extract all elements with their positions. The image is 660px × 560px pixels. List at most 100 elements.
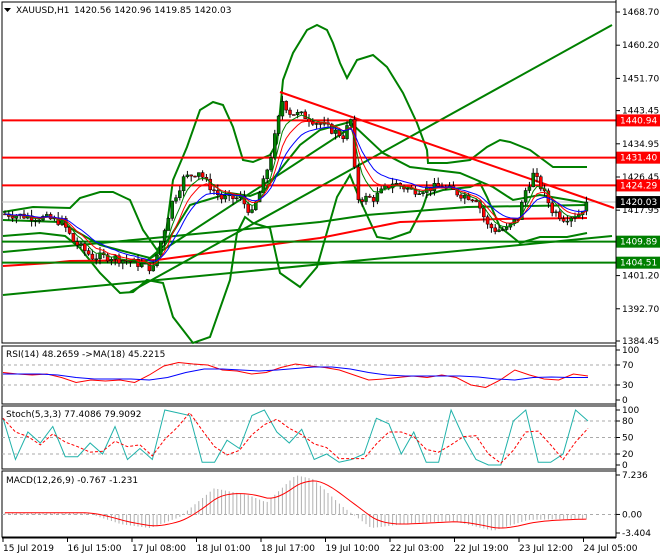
candle [292, 114, 296, 116]
stoch-level-label: 0 [622, 461, 628, 471]
candle [558, 211, 562, 219]
candle [299, 111, 304, 114]
candle [75, 241, 79, 246]
price-tick-label: 1460.20 [622, 41, 659, 51]
time-label: 16 Jul 15:00 [68, 544, 122, 554]
candle [250, 209, 254, 213]
candle [527, 186, 532, 191]
level-label: 1431.40 [620, 154, 657, 164]
candle [531, 172, 535, 188]
candle [197, 172, 201, 177]
candle [37, 219, 41, 222]
rsi-level-label: 30 [622, 381, 634, 391]
macd-level-label: -3.404 [622, 529, 651, 539]
candle [212, 189, 216, 192]
candle [170, 200, 174, 219]
candle [573, 216, 577, 219]
rsi-level-label: 70 [622, 361, 634, 371]
candle [565, 220, 570, 223]
candle [94, 258, 98, 261]
candle [90, 253, 95, 260]
rsi-title: RSI(14) 48.2659 ->MA(18) 45.2215 [6, 350, 165, 360]
candle [162, 230, 167, 242]
candle [371, 197, 376, 202]
candle [482, 207, 486, 218]
ohlc-label: 1420.56 1420.96 1419.85 1420.03 [74, 6, 231, 16]
chart-canvas[interactable]: 1468.701460.201451.701443.451434.951426.… [0, 0, 660, 560]
candle [246, 203, 250, 213]
candle [341, 135, 345, 139]
price-tick-label: 1468.70 [622, 8, 659, 18]
candle [109, 259, 114, 262]
macd-level-label: 7.236 [622, 471, 648, 481]
candle [421, 192, 425, 194]
chart-window: 1468.70 1460.20 1451.70 1443.45 1434.95 1426.… [0, 0, 660, 560]
candle [178, 190, 182, 198]
candle [185, 174, 190, 177]
macd-title: MACD(12,26,9) -0.767 -1.231 [6, 476, 138, 486]
rsi-level-label: 100 [622, 346, 639, 356]
stoch-title: Stoch(5,3,3) 77.4086 79.9092 [6, 410, 141, 420]
candle [436, 183, 440, 187]
current-price-label: 1420.03 [620, 198, 657, 208]
candle [71, 233, 76, 242]
candle [174, 197, 178, 202]
panel-main [1, 1, 617, 344]
time-label: 19 Jul 10:00 [326, 544, 380, 554]
price-tick-label: 1392.70 [622, 305, 659, 315]
candle [459, 194, 463, 199]
level-label: 1404.51 [620, 259, 657, 269]
candle [406, 188, 410, 190]
price-tick-label: 1451.70 [622, 74, 659, 84]
candle [33, 220, 38, 222]
candle [463, 194, 467, 199]
candle [295, 111, 300, 116]
candle [569, 217, 573, 222]
candle [333, 129, 338, 134]
candle [83, 243, 87, 251]
candle [151, 265, 155, 272]
candle [383, 185, 387, 190]
candle [474, 200, 478, 202]
candle [67, 227, 72, 234]
time-label: 15 Jul 2019 [3, 544, 54, 554]
candle [550, 202, 554, 214]
candle [303, 111, 307, 119]
candle [265, 169, 269, 179]
candle [121, 260, 125, 264]
candle [181, 176, 186, 192]
candle [193, 175, 197, 178]
candle [318, 123, 323, 125]
candle [235, 197, 239, 200]
candle [375, 192, 380, 202]
candle [535, 172, 539, 177]
candle [189, 174, 193, 177]
level-label: 1409.89 [620, 238, 657, 248]
candle [200, 172, 205, 178]
time-label: 22 Jul 03:00 [390, 544, 444, 554]
candle [561, 218, 566, 222]
candle [501, 229, 505, 231]
time-label: 18 Jul 17:00 [261, 544, 315, 554]
candle [288, 109, 292, 115]
time-label: 22 Jul 19:00 [455, 544, 509, 554]
candle [349, 119, 353, 126]
stoch-level-label: 20 [622, 450, 634, 460]
time-label: 24 Jul 05:00 [584, 544, 638, 554]
time-label: 18 Jul 01:00 [197, 544, 251, 554]
rsi-level-label: 0 [622, 396, 628, 406]
candle [470, 199, 475, 202]
candle [128, 260, 133, 263]
time-label: 17 Jul 08:00 [132, 544, 186, 554]
candle [489, 223, 494, 229]
candle [223, 195, 228, 200]
candle [273, 133, 277, 158]
level-label: 1424.29 [620, 181, 657, 191]
level-label: 1440.94 [620, 116, 657, 126]
candle [493, 227, 497, 232]
stoch-level-label: 50 [622, 434, 634, 444]
candle [394, 182, 399, 185]
candle [584, 201, 589, 212]
candle [504, 226, 509, 230]
candle [219, 194, 224, 200]
